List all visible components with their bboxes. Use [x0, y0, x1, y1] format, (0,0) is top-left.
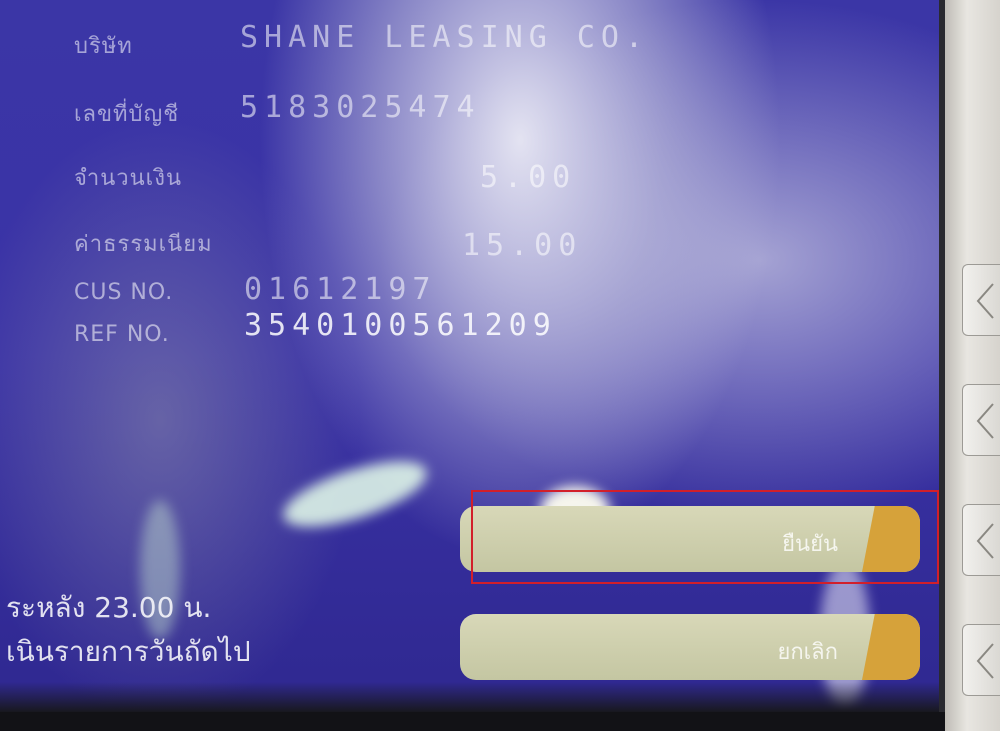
- side-key-4[interactable]: [962, 624, 1000, 696]
- ref-no-label: REF NO.: [74, 322, 170, 347]
- account-label: เลขที่บัญชี: [74, 102, 180, 127]
- cancel-button-label: ยกเลิก: [777, 640, 838, 665]
- chevron-left-icon: [976, 403, 994, 439]
- amount-value: 5.00: [480, 160, 577, 195]
- side-key-3[interactable]: [962, 504, 1000, 576]
- side-key-1[interactable]: [962, 264, 1000, 336]
- chevron-left-icon: [976, 643, 994, 679]
- atm-screen: บริษัท SHANE LEASING CO. เลขที่บัญชี 518…: [0, 0, 945, 712]
- chevron-left-icon: [976, 523, 994, 559]
- side-key-2[interactable]: [962, 384, 1000, 456]
- cancel-button[interactable]: ยกเลิก: [460, 614, 920, 680]
- cancel-key-indicator: [862, 614, 920, 680]
- company-label: บริษัท: [74, 34, 133, 59]
- cutoff-notice-line-2: เนินรายการวันถัดไป: [6, 635, 251, 668]
- amount-label: จำนวนเงิน: [74, 166, 182, 191]
- ref-no-value: 3540100561209: [244, 308, 557, 343]
- cutoff-notice-line-1: ระหลัง 23.00 น.: [6, 591, 212, 624]
- account-value: 5183025474: [240, 90, 481, 125]
- highlight-box: [471, 490, 939, 584]
- side-key-panel: [945, 0, 1000, 731]
- company-value: SHANE LEASING CO.: [240, 20, 650, 55]
- atm-photo: บริษัท SHANE LEASING CO. เลขที่บัญชี 518…: [0, 0, 1000, 731]
- screen-glare: [276, 447, 434, 541]
- screen-bezel: [0, 712, 945, 731]
- cus-no-value: 01612197: [244, 272, 437, 307]
- fee-label: ค่าธรรมเนียม: [74, 232, 213, 257]
- fee-value: 15.00: [462, 228, 583, 263]
- cus-no-label: CUS NO.: [74, 280, 174, 305]
- chevron-left-icon: [976, 283, 994, 319]
